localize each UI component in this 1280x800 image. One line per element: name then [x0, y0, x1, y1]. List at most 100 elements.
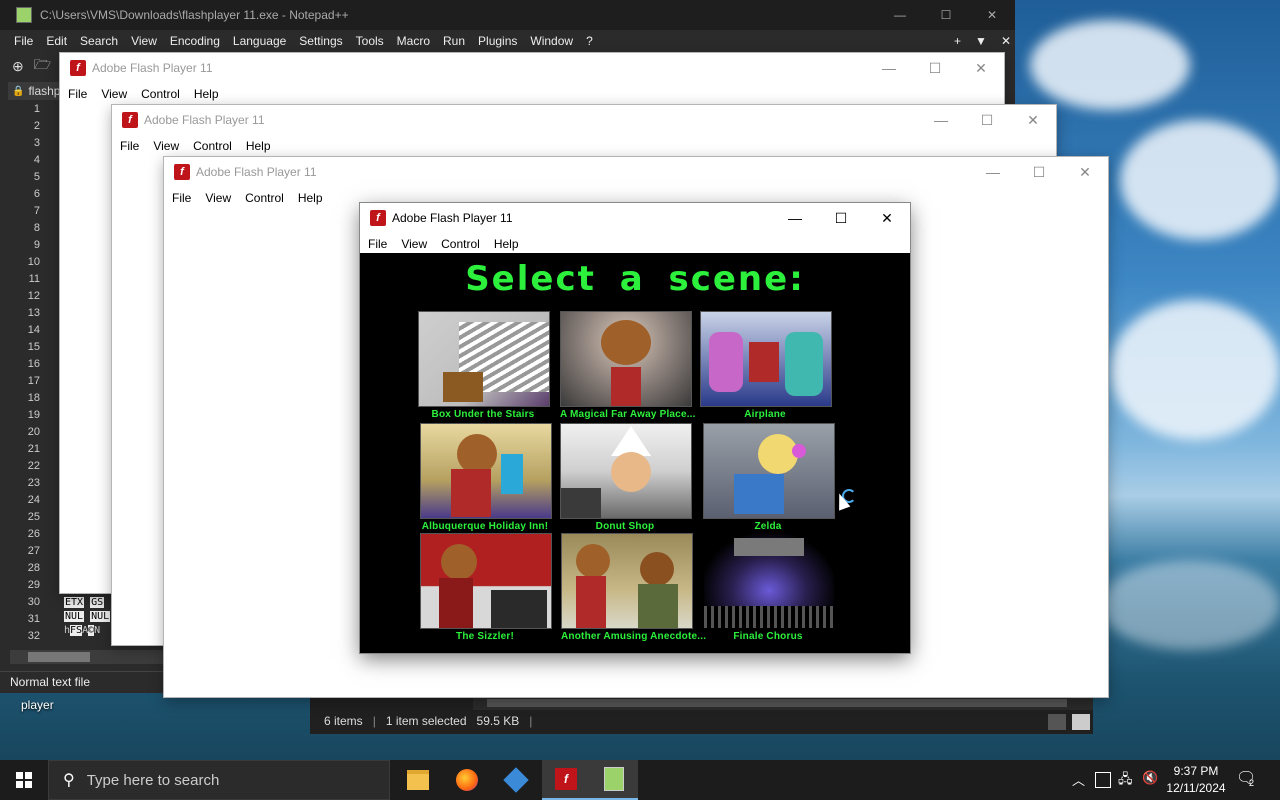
- line-number: 14: [27, 324, 40, 336]
- taskbar: ⚲ Type here to search f ︿ 🖧 🔇 9:37 PM 12…: [0, 760, 1280, 800]
- minimize-icon[interactable]: —: [918, 112, 964, 129]
- start-button[interactable]: [0, 760, 48, 800]
- menu-view[interactable]: View: [101, 87, 127, 101]
- line-number: 3: [33, 137, 40, 149]
- app-taskbar-icon[interactable]: [492, 760, 540, 800]
- line-number: 24: [27, 494, 40, 506]
- maximize-icon[interactable]: ☐: [1016, 164, 1062, 181]
- close-icon[interactable]: ✕: [864, 210, 910, 227]
- tab-list-icon[interactable]: ▼: [975, 34, 987, 48]
- ctrl-char: N: [94, 625, 101, 636]
- menu-view[interactable]: View: [131, 34, 157, 48]
- window-title: Adobe Flash Player 11: [392, 211, 513, 225]
- line-number: 6: [33, 188, 40, 200]
- ctrl-char: NUL: [90, 611, 111, 622]
- desktop-cloud: [1100, 560, 1280, 650]
- menu-file[interactable]: File: [68, 87, 87, 101]
- new-file-icon[interactable]: ⊕: [12, 58, 24, 75]
- tray-chevron-icon[interactable]: ︿: [1072, 770, 1085, 789]
- menu-file[interactable]: File: [368, 237, 387, 251]
- menu-help[interactable]: Help: [494, 237, 519, 251]
- menu-help[interactable]: Help: [194, 87, 219, 101]
- search-icon: ⚲: [63, 772, 75, 789]
- menu-control[interactable]: Control: [245, 191, 284, 205]
- close-icon[interactable]: ✕: [1010, 112, 1056, 129]
- menu-view[interactable]: View: [401, 237, 427, 251]
- close-icon[interactable]: ✕: [958, 60, 1004, 77]
- maximize-icon[interactable]: ☐: [923, 8, 969, 22]
- flash-app-icon: f: [174, 164, 190, 180]
- scene-albuquerque[interactable]: Albuquerque Holiday Inn!: [420, 423, 552, 532]
- taskbar-search-box[interactable]: ⚲ Type here to search: [48, 760, 390, 800]
- menu-control[interactable]: Control: [441, 237, 480, 251]
- scene-zelda[interactable]: Zelda: [703, 423, 835, 532]
- menu-view[interactable]: View: [153, 139, 179, 153]
- scene-finale-chorus[interactable]: Finale Chorus: [703, 533, 835, 642]
- horizontal-scrollbar[interactable]: [10, 650, 163, 664]
- flash-taskbar-icon[interactable]: f: [542, 760, 590, 800]
- menu-tools[interactable]: Tools: [356, 34, 384, 48]
- minimize-icon[interactable]: —: [877, 8, 923, 22]
- minimize-icon[interactable]: —: [772, 210, 818, 227]
- menu-encoding[interactable]: Encoding: [170, 34, 220, 48]
- scene-another-anecdote[interactable]: Another Amusing Anecdote...: [561, 533, 707, 642]
- menu-file[interactable]: File: [14, 34, 33, 48]
- maximize-icon[interactable]: ☐: [964, 112, 1010, 129]
- menu-plugins[interactable]: Plugins: [478, 34, 517, 48]
- notepad-tab[interactable]: 🔒 flashp: [8, 82, 60, 100]
- notepadpp-taskbar-icon[interactable]: [590, 760, 638, 800]
- menu-control[interactable]: Control: [193, 139, 232, 153]
- close-icon[interactable]: ✕: [969, 8, 1015, 22]
- close-icon[interactable]: ✕: [1062, 164, 1108, 181]
- scene-label: Another Amusing Anecdote...: [561, 631, 707, 642]
- menu-help[interactable]: ?: [586, 34, 593, 48]
- close-tab-icon[interactable]: ✕: [1001, 34, 1011, 48]
- line-number: 21: [27, 443, 40, 455]
- scene-airplane[interactable]: Airplane: [700, 311, 832, 420]
- flash-app-icon: f: [70, 60, 86, 76]
- file-explorer-taskbar-icon[interactable]: [394, 760, 442, 800]
- status-selected: 1 item selected: [385, 714, 467, 728]
- menu-edit[interactable]: Edit: [46, 34, 67, 48]
- clock[interactable]: 9:37 PM 12/11/2024: [1160, 763, 1232, 797]
- new-tab-icon[interactable]: +: [954, 34, 961, 48]
- tiles-view-icon[interactable]: [1072, 714, 1090, 730]
- menu-view[interactable]: View: [205, 191, 231, 205]
- menu-language[interactable]: Language: [233, 34, 286, 48]
- volume-muted-icon[interactable]: 🔇: [1142, 770, 1158, 786]
- menu-help[interactable]: Help: [298, 191, 323, 205]
- scene-label: Airplane: [744, 409, 786, 420]
- menu-help[interactable]: Help: [246, 139, 271, 153]
- tray-app-icon[interactable]: [1095, 772, 1111, 788]
- line-number: 9: [33, 239, 40, 251]
- line-number: 28: [27, 562, 40, 574]
- menu-window[interactable]: Window: [530, 34, 573, 48]
- menu-settings[interactable]: Settings: [299, 34, 342, 48]
- line-number: 11: [28, 273, 40, 285]
- flash-stage[interactable]: Select a scene: Box Under the Stairs A M…: [360, 253, 910, 653]
- maximize-icon[interactable]: ☐: [818, 210, 864, 227]
- scene-magical-place[interactable]: A Magical Far Away Place...: [560, 311, 695, 420]
- desktop-icon-label[interactable]: player: [21, 698, 54, 712]
- scene-sizzler[interactable]: The Sizzler!: [420, 533, 552, 642]
- minimize-icon[interactable]: —: [866, 60, 912, 77]
- notepad-menubar: File Edit Search View Encoding Language …: [0, 30, 1015, 52]
- maximize-icon[interactable]: ☐: [912, 60, 958, 77]
- network-icon[interactable]: 🖧: [1118, 770, 1133, 792]
- scene-label: The Sizzler!: [456, 631, 514, 642]
- details-view-icon[interactable]: [1048, 714, 1066, 730]
- notification-center-button[interactable]: 🗨 2: [1236, 768, 1258, 790]
- menu-file[interactable]: File: [172, 191, 191, 205]
- menu-macro[interactable]: Macro: [397, 34, 430, 48]
- scene-box-under-stairs[interactable]: Box Under the Stairs: [418, 311, 550, 420]
- status-file-type: Normal text file: [10, 675, 91, 689]
- firefox-taskbar-icon[interactable]: [443, 760, 491, 800]
- explorer-hscroll[interactable]: [473, 696, 1093, 710]
- menu-search[interactable]: Search: [80, 34, 118, 48]
- minimize-icon[interactable]: —: [970, 164, 1016, 181]
- menu-run[interactable]: Run: [443, 34, 465, 48]
- open-folder-icon[interactable]: 🗁: [34, 54, 51, 78]
- menu-file[interactable]: File: [120, 139, 139, 153]
- menu-control[interactable]: Control: [141, 87, 180, 101]
- scene-donut-shop[interactable]: Donut Shop: [560, 423, 692, 532]
